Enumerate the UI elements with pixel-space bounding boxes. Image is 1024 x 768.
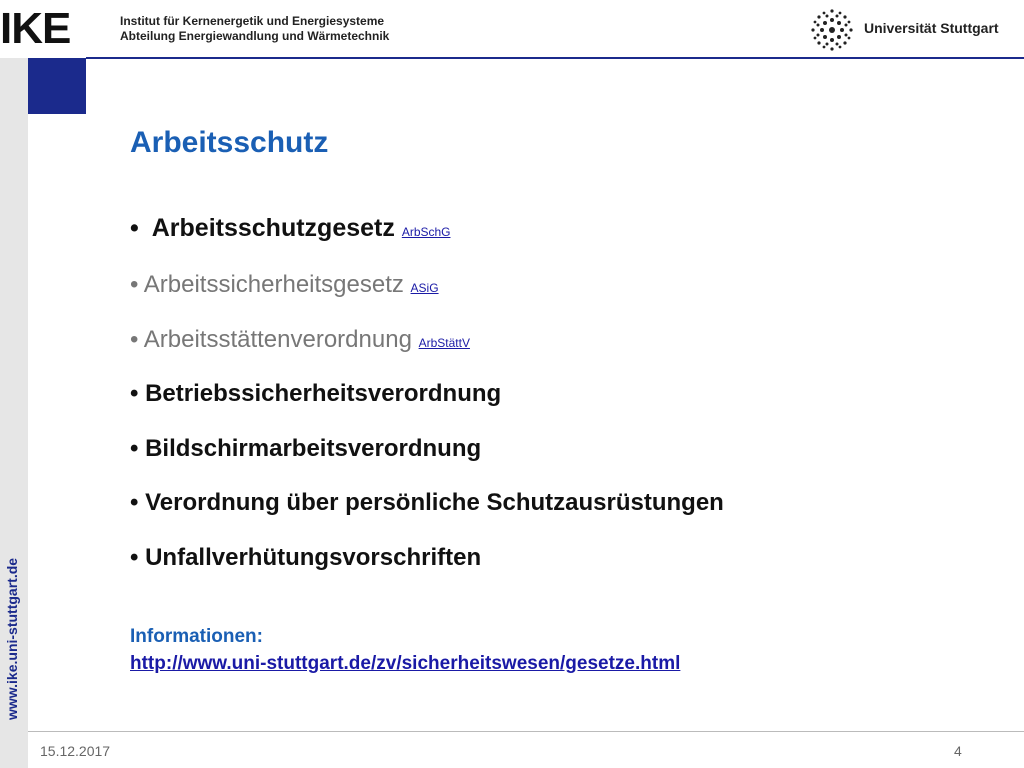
- law-link-asig[interactable]: ASiG: [411, 281, 439, 295]
- bullet-icon: •: [130, 380, 139, 407]
- institute-name: Institut für Kernenergetik und Energiesy…: [120, 14, 389, 44]
- institute-line-1: Institut für Kernenergetik und Energiesy…: [120, 14, 385, 28]
- info-label: Informationen:: [130, 626, 263, 647]
- list-item: • Bildschirmarbeitsverordnung: [130, 435, 481, 463]
- bullet-text: Bildschirmarbeitsverordnung: [145, 435, 482, 462]
- bullet-text: Betriebssicherheitsverordnung: [145, 380, 502, 407]
- bullet-text: Verordnung über persönliche Schutzausrüs…: [145, 489, 724, 516]
- list-item: • Unfallverhütungsvorschriften: [130, 544, 481, 572]
- brand-square: [28, 58, 86, 114]
- bullet-text: Unfallverhütungsvorschriften: [145, 544, 482, 571]
- list-item: • Arbeitsschutzgesetz ArbSchG: [130, 214, 451, 243]
- bullet-icon: •: [130, 435, 139, 462]
- bullet-icon: •: [130, 326, 139, 353]
- list-item: • Arbeitssicherheitsgesetz ASiG: [130, 271, 439, 299]
- header-divider: [86, 57, 1024, 59]
- bullet-icon: •: [130, 214, 139, 242]
- footer-date: 15.12.2017: [40, 743, 111, 759]
- page-number: 4: [954, 743, 962, 759]
- bullet-icon: •: [130, 271, 139, 298]
- university-name: Universität Stuttgart: [864, 20, 999, 36]
- list-item: • Arbeitsstättenverordnung ArbStättV: [130, 326, 470, 354]
- bullet-icon: •: [130, 544, 139, 571]
- footer-divider: [28, 731, 1024, 732]
- bullet-icon: •: [130, 489, 139, 516]
- slide-title: Arbeitsschutz: [130, 126, 329, 159]
- bullet-text: Arbeitsschutzgesetz: [151, 214, 395, 242]
- info-link[interactable]: http://www.uni-stuttgart.de/zv/sicherhei…: [130, 653, 680, 675]
- university-emblem-icon: [811, 9, 853, 51]
- bullet-text: Arbeitssicherheitsgesetz: [143, 271, 404, 298]
- ike-logo: IKE: [0, 4, 71, 53]
- sidebar-url: www.ike.uni-stuttgart.de: [4, 557, 20, 720]
- law-link-arbstaettv[interactable]: ArbStättV: [419, 336, 470, 350]
- institute-line-2: Abteilung Energiewandlung und Wärmetechn…: [120, 29, 390, 43]
- list-item: • Betriebssicherheitsverordnung: [130, 380, 501, 408]
- logo-area: IKE: [0, 0, 86, 58]
- list-item: • Verordnung über persönliche Schutzausr…: [130, 489, 724, 517]
- bullet-text: Arbeitsstättenverordnung: [143, 326, 412, 353]
- law-link-arbschg[interactable]: ArbSchG: [402, 225, 451, 239]
